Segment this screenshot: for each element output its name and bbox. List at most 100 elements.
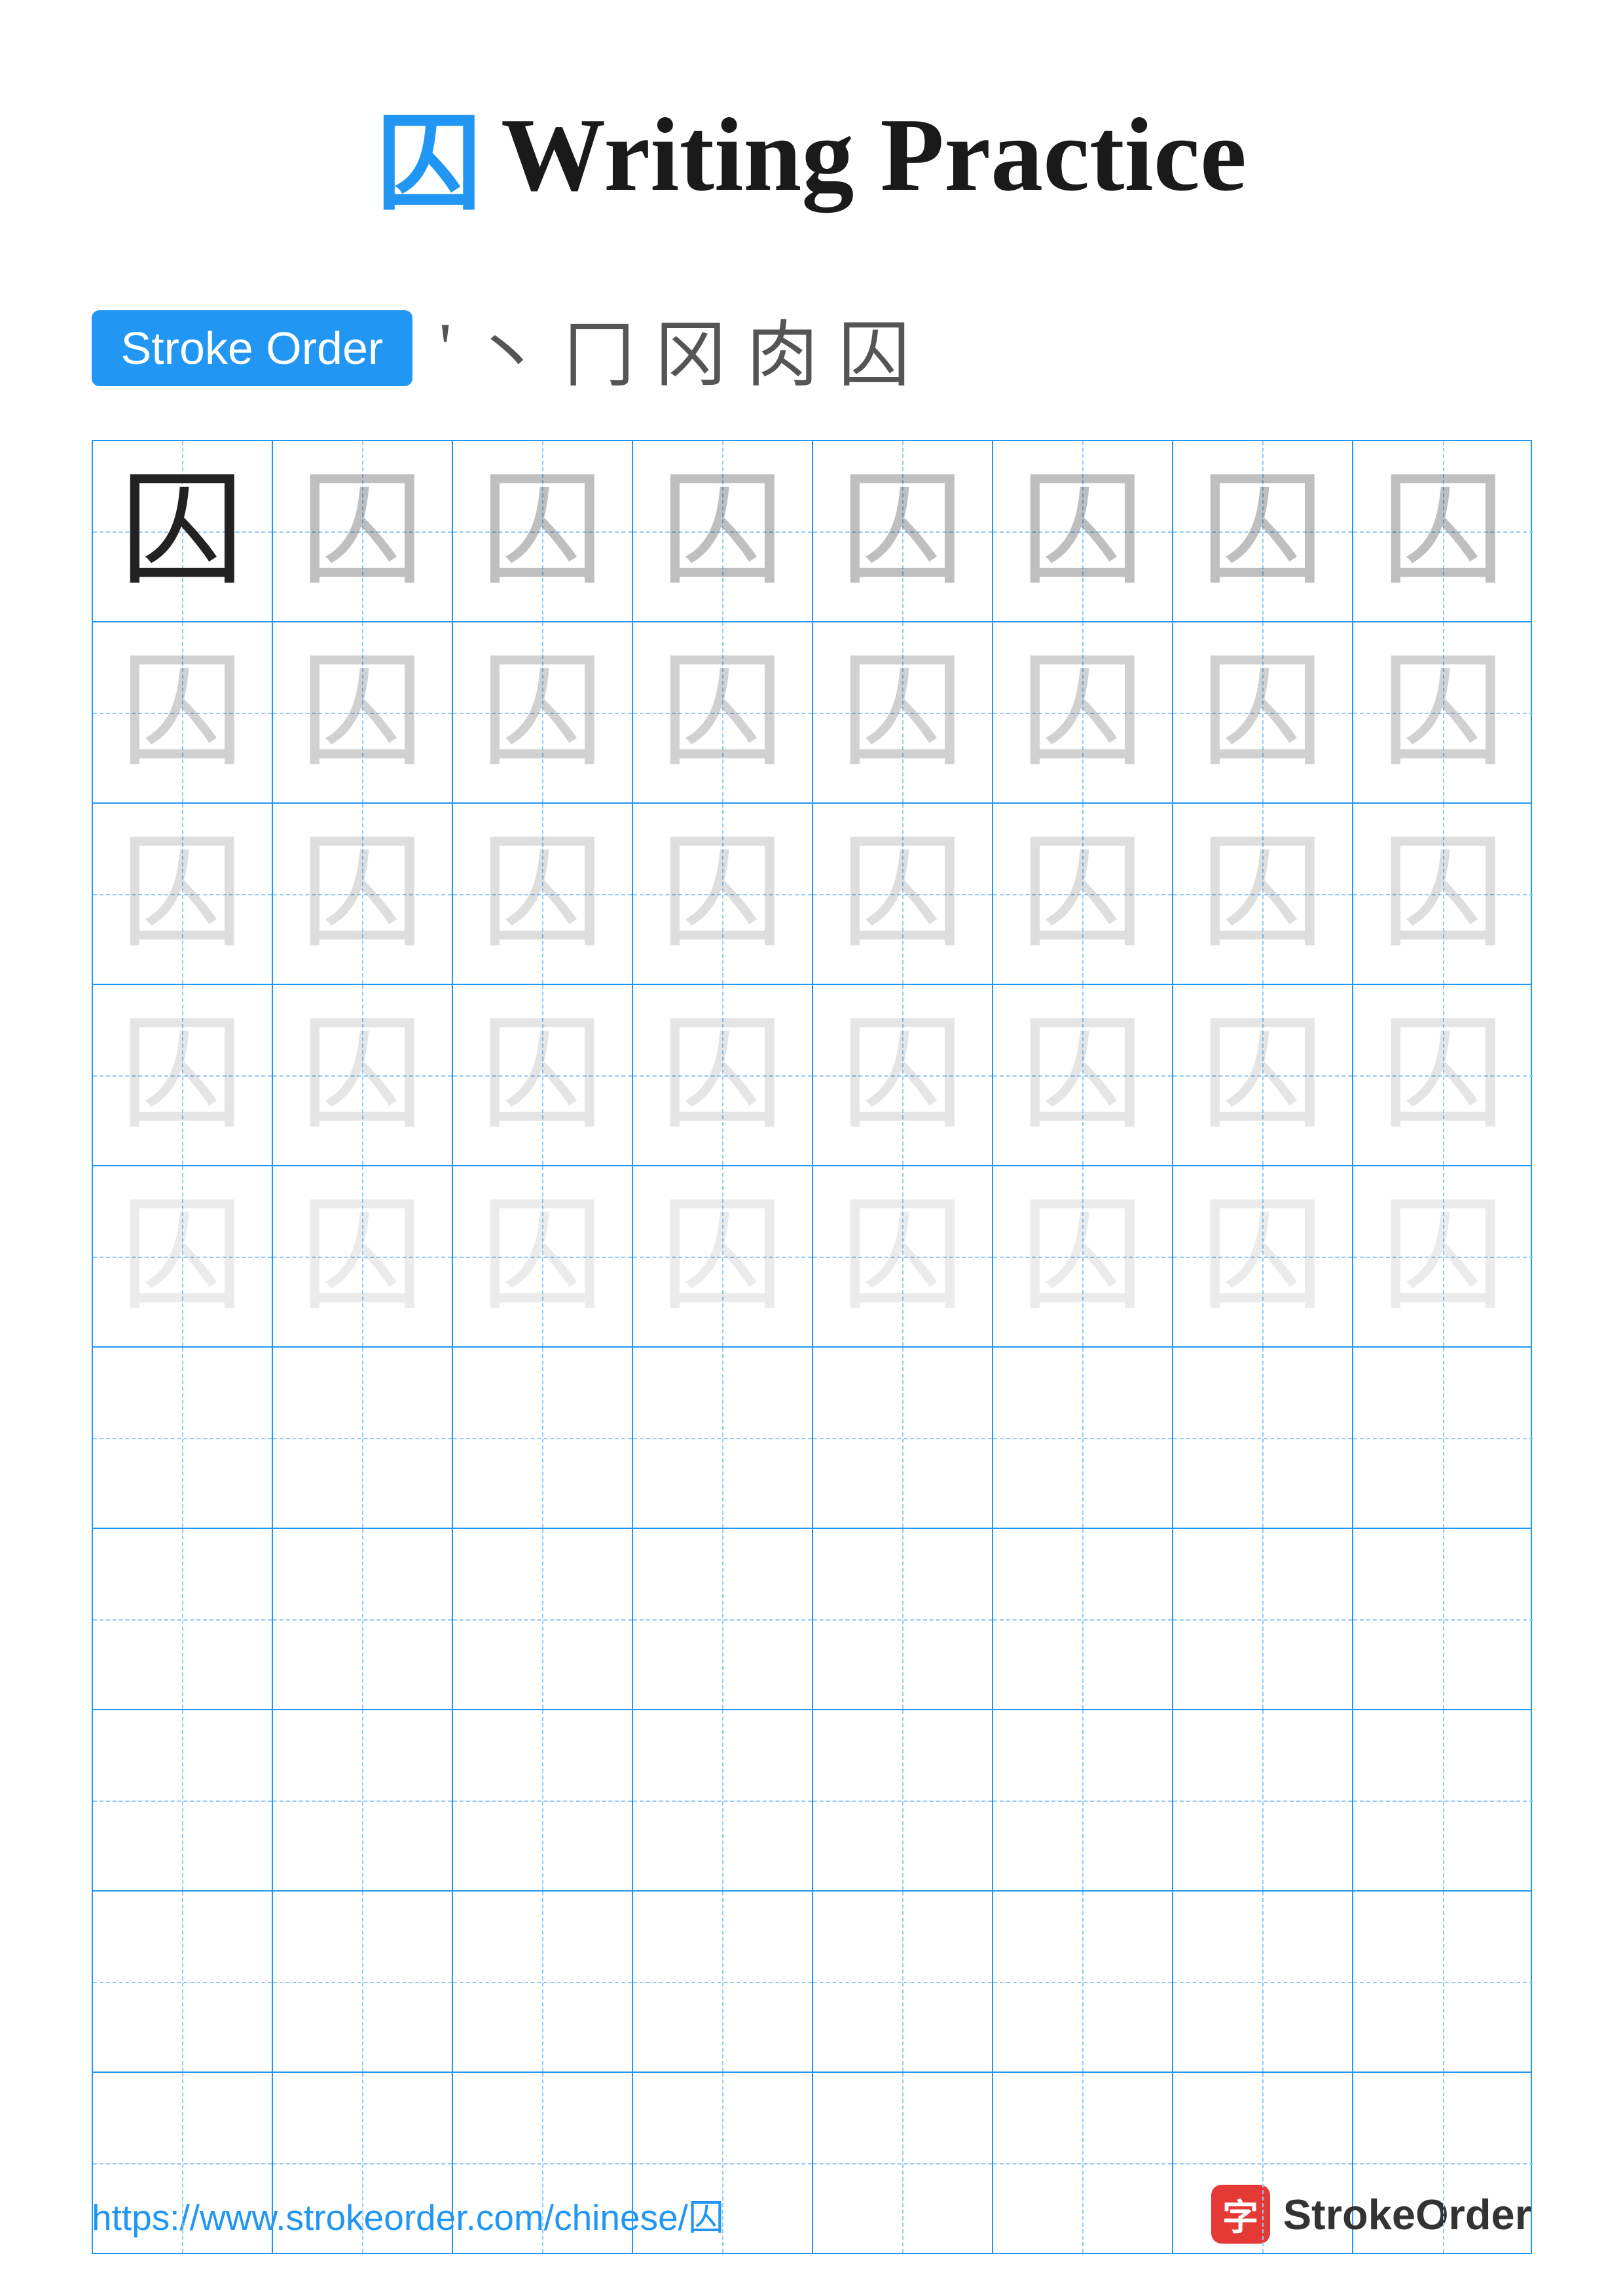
grid-cell: 囚 (273, 622, 453, 802)
grid-cell: 囚 (93, 622, 273, 802)
grid-cell-empty[interactable] (273, 1529, 453, 1709)
footer-url: https://www.strokeorder.com/chinese/囚 (92, 2188, 724, 2240)
stroke-char-5: 肉 (746, 296, 818, 401)
grid-row: 囚 囚 囚 囚 囚 囚 囚 囚 (93, 441, 1531, 622)
grid-cell: 囚 (93, 441, 273, 621)
grid-cell-empty[interactable] (93, 1710, 273, 1890)
grid-cell-empty[interactable] (813, 1710, 993, 1890)
practice-char-guide: 囚 (1200, 469, 1324, 594)
grid-cell-empty[interactable] (993, 1348, 1173, 1528)
grid-cell: 囚 (1173, 1166, 1353, 1346)
grid-row-empty (93, 1348, 1531, 1529)
practice-char-guide: 囚 (1020, 832, 1144, 956)
grid-row: 囚 囚 囚 囚 囚 囚 囚 囚 (93, 804, 1531, 985)
practice-char-guide: 囚 (840, 832, 964, 956)
grid-row: 囚 囚 囚 囚 囚 囚 囚 囚 (93, 985, 1531, 1166)
grid-cell-empty[interactable] (273, 1892, 453, 2072)
grid-cell-empty[interactable] (273, 1348, 453, 1528)
grid-cell: 囚 (633, 441, 813, 621)
grid-cell-empty[interactable] (93, 1529, 273, 1709)
practice-char-guide: 囚 (480, 1013, 604, 1138)
grid-cell-empty[interactable] (453, 1348, 633, 1528)
page-title: 囚 Writing Practice (376, 79, 1247, 230)
practice-char-guide: 囚 (1200, 651, 1324, 775)
grid-cell: 囚 (993, 622, 1173, 802)
grid-cell-empty[interactable] (453, 1892, 633, 2072)
practice-char-guide: 囚 (840, 469, 964, 594)
practice-char-guide: 囚 (1020, 469, 1144, 594)
grid-cell-empty[interactable] (633, 1529, 813, 1709)
grid-cell-empty[interactable] (1173, 1892, 1353, 2072)
grid-row-empty (93, 1529, 1531, 1710)
grid-cell: 囚 (1353, 622, 1533, 802)
stroke-order-section: Stroke Order ' ⼂ 冂 冈 肉 囚 (92, 296, 1532, 401)
grid-cell-empty[interactable] (813, 1892, 993, 2072)
grid-cell-empty[interactable] (1353, 1892, 1533, 2072)
practice-char-guide: 囚 (660, 651, 784, 775)
grid-cell-empty[interactable] (993, 1892, 1173, 2072)
practice-char-solid: 囚 (120, 469, 244, 594)
grid-cell-empty[interactable] (813, 1348, 993, 1528)
grid-cell: 囚 (1353, 985, 1533, 1165)
grid-cell: 囚 (633, 1166, 813, 1346)
practice-char-guide: 囚 (300, 1013, 424, 1138)
grid-cell: 囚 (813, 985, 993, 1165)
grid-cell-empty[interactable] (1353, 1348, 1533, 1528)
grid-cell-empty[interactable] (1173, 1348, 1353, 1528)
practice-char-guide: 囚 (300, 651, 424, 775)
grid-cell-empty[interactable] (993, 1710, 1173, 1890)
practice-char-guide: 囚 (480, 469, 604, 594)
grid-cell: 囚 (273, 804, 453, 984)
stroke-char-4: 冈 (655, 296, 727, 401)
grid-cell-empty[interactable] (633, 1710, 813, 1890)
brand-name: StrokeOrder (1283, 2190, 1531, 2239)
practice-char-guide: 囚 (840, 651, 964, 775)
practice-char-guide: 囚 (1020, 651, 1144, 775)
grid-cell: 囚 (633, 804, 813, 984)
grid-cell-empty[interactable] (1173, 1710, 1353, 1890)
grid-cell-empty[interactable] (1353, 1529, 1533, 1709)
practice-char-guide: 囚 (660, 1194, 784, 1319)
practice-char-guide: 囚 (480, 651, 604, 775)
practice-char-guide: 囚 (120, 832, 244, 956)
stroke-char-6: 囚 (838, 296, 910, 401)
grid-cell-empty[interactable] (453, 1529, 633, 1709)
practice-char-guide: 囚 (300, 832, 424, 956)
stroke-char-3: 冂 (563, 296, 635, 401)
practice-grid: 囚 囚 囚 囚 囚 囚 囚 囚 囚 囚 囚 囚 囚 囚 囚 囚 囚 囚 囚 囚 … (92, 440, 1532, 2254)
grid-cell: 囚 (453, 441, 633, 621)
grid-cell-empty[interactable] (93, 1348, 273, 1528)
grid-cell: 囚 (813, 1166, 993, 1346)
practice-char-guide: 囚 (1020, 1194, 1144, 1319)
grid-cell-empty[interactable] (633, 1348, 813, 1528)
practice-char-guide: 囚 (120, 1013, 244, 1138)
grid-cell-empty[interactable] (1353, 1710, 1533, 1890)
brand-icon: 字 (1211, 2185, 1270, 2244)
practice-char-guide: 囚 (1381, 651, 1505, 775)
grid-cell-empty[interactable] (93, 1892, 273, 2072)
grid-cell: 囚 (453, 985, 633, 1165)
grid-cell: 囚 (453, 1166, 633, 1346)
grid-row: 囚 囚 囚 囚 囚 囚 囚 囚 (93, 622, 1531, 804)
practice-char-guide: 囚 (840, 1013, 964, 1138)
grid-cell: 囚 (813, 622, 993, 802)
grid-cell-empty[interactable] (813, 1529, 993, 1709)
grid-cell-empty[interactable] (453, 1710, 633, 1890)
grid-cell: 囚 (93, 985, 273, 1165)
grid-cell-empty[interactable] (273, 1710, 453, 1890)
grid-cell: 囚 (1353, 804, 1533, 984)
grid-cell: 囚 (633, 622, 813, 802)
grid-cell-empty[interactable] (1173, 1529, 1353, 1709)
grid-cell: 囚 (633, 985, 813, 1165)
practice-char-guide: 囚 (1200, 1013, 1324, 1138)
grid-cell-empty[interactable] (633, 1892, 813, 2072)
grid-cell: 囚 (993, 804, 1173, 984)
stroke-order-chars: ' ⼂ 冂 冈 肉 囚 (439, 296, 910, 401)
grid-cell: 囚 (1173, 985, 1353, 1165)
title-text: Writing Practice (501, 94, 1247, 215)
practice-char-guide: 囚 (300, 1194, 424, 1319)
grid-cell-empty[interactable] (993, 1529, 1173, 1709)
grid-row-empty (93, 1710, 1531, 1892)
grid-cell: 囚 (453, 804, 633, 984)
footer-brand: 字 StrokeOrder (1211, 2185, 1531, 2244)
